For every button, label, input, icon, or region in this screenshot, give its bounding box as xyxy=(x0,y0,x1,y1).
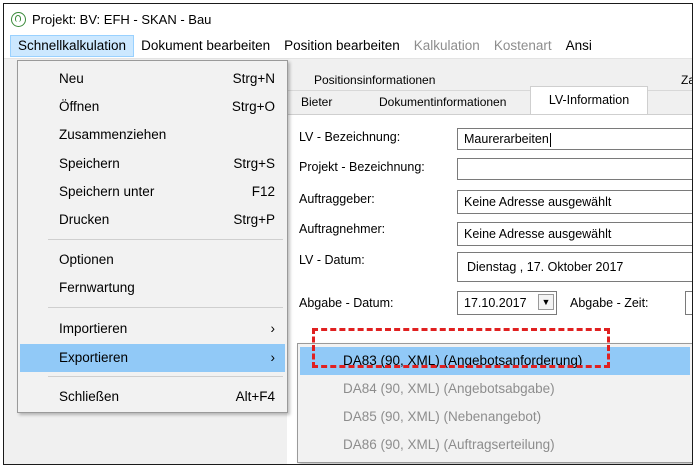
menu-item-speichern[interactable]: Speichern Strg+S xyxy=(20,150,285,178)
menu-item-label: Fernwartung xyxy=(59,280,135,295)
auftragnehmer-field[interactable]: Keine Adresse ausgewählt xyxy=(457,222,692,246)
menu-item-label: Exportieren xyxy=(59,350,129,365)
menu-separator xyxy=(48,376,283,377)
menu-item-optionen[interactable]: Optionen xyxy=(20,246,285,274)
menu-separator xyxy=(48,239,283,240)
application-window: Projekt: BV: EFH - SKAN - Bau Schnellkal… xyxy=(3,3,693,465)
auftraggeber-label: Auftraggeber: xyxy=(299,192,375,206)
menu-item-schliessen[interactable]: Schließen Alt+F4 xyxy=(20,383,285,411)
app-logo-icon xyxy=(11,11,26,27)
abgabe-zeit-label: Abgabe - Zeit: xyxy=(570,296,649,310)
menu-item-shortcut: Strg+S xyxy=(233,156,275,171)
annotation-highlight-box xyxy=(312,328,610,368)
text-cursor xyxy=(549,132,551,147)
menu-item-shortcut: Strg+O xyxy=(231,99,275,114)
submenu-item-label: DA85 (90, XML) (Nebenangebot) xyxy=(343,409,542,424)
menu-item-zusammenziehen[interactable]: Zusammenziehen xyxy=(20,121,285,149)
abgabe-zeit-input[interactable] xyxy=(685,291,692,315)
submenu-item-da85[interactable]: DA85 (90, XML) (Nebenangebot) xyxy=(300,403,690,431)
menu-separator xyxy=(48,307,283,308)
menu-item-shortcut: F12 xyxy=(251,184,275,199)
submenu-arrow-icon: › xyxy=(270,350,276,365)
lv-datum-picker[interactable]: Dienstag , 17. Oktober 2017 xyxy=(457,252,692,282)
menu-position-bearbeiten[interactable]: Position bearbeiten xyxy=(277,35,407,57)
projekt-bezeichnung-input[interactable] xyxy=(457,158,692,180)
title-bar: Projekt: BV: EFH - SKAN - Bau xyxy=(4,4,692,34)
menu-item-label: Drucken xyxy=(59,212,110,227)
menu-item-shortcut: Strg+P xyxy=(233,212,275,227)
lv-bezeichnung-label: LV - Bezeichnung: xyxy=(299,130,401,144)
submenu-item-label: DA84 (90, XML) (Angebotsabgabe) xyxy=(343,381,555,396)
menu-item-shortcut: Alt+F4 xyxy=(235,389,275,404)
menu-kalkulation[interactable]: Kalkulation xyxy=(407,35,487,57)
menu-item-exportieren[interactable]: Exportieren › xyxy=(20,344,285,372)
menu-item-label: Importieren xyxy=(59,321,128,336)
menu-item-fernwartung[interactable]: Fernwartung xyxy=(20,274,285,302)
tab-za[interactable]: Za xyxy=(681,73,692,87)
menu-bar: Schnellkalkulation Dokument bearbeiten P… xyxy=(4,34,692,59)
schnellkalkulation-menu: Neu Strg+N Öffnen Strg+O Zusammenziehen Sp… xyxy=(17,60,288,413)
tab-lv-information[interactable]: LV-Information xyxy=(530,86,648,114)
window-title: Projekt: BV: EFH - SKAN - Bau xyxy=(32,11,212,27)
menu-item-label: Zusammenziehen xyxy=(59,127,167,142)
menu-item-label: Speichern unter xyxy=(59,184,155,199)
projekt-bezeichnung-label: Projekt - Bezeichnung: xyxy=(299,160,425,174)
submenu-item-da84[interactable]: DA84 (90, XML) (Angebotsabgabe) xyxy=(300,375,690,403)
chevron-down-icon[interactable]: ▼ xyxy=(538,294,554,310)
tab-dokumentinformationen[interactable]: Dokumentinformationen xyxy=(379,95,506,109)
submenu-arrow-icon: › xyxy=(270,321,276,336)
abgabe-datum-value: 17.10.2017 xyxy=(464,296,527,310)
menu-item-label: Optionen xyxy=(59,252,114,267)
menu-item-label: Speichern xyxy=(59,156,120,171)
lv-datum-label: LV - Datum: xyxy=(299,253,365,267)
menu-item-speichern-unter[interactable]: Speichern unter F12 xyxy=(20,178,285,206)
menu-item-label: Öffnen xyxy=(59,99,100,114)
abgabe-datum-label: Abgabe - Datum: xyxy=(299,296,394,310)
menu-dokument-bearbeiten[interactable]: Dokument bearbeiten xyxy=(134,35,277,57)
menu-item-importieren[interactable]: Importieren › xyxy=(20,315,285,343)
menu-ansicht[interactable]: Ansi xyxy=(559,35,599,57)
submenu-item-label: DA86 (90, XML) (Auftragserteilung) xyxy=(343,437,555,452)
menu-item-neu[interactable]: Neu Strg+N xyxy=(20,65,285,93)
menu-item-label: Schließen xyxy=(59,389,120,404)
menu-item-oeffnen[interactable]: Öffnen Strg+O xyxy=(20,93,285,121)
auftraggeber-field[interactable]: Keine Adresse ausgewählt xyxy=(457,190,692,214)
menu-item-shortcut: Strg+N xyxy=(232,71,275,86)
tab-positionsinformationen[interactable]: Positionsinformationen xyxy=(314,73,435,87)
menu-kostenart[interactable]: Kostenart xyxy=(487,35,559,57)
lv-bezeichnung-input[interactable]: Maurerarbeiten xyxy=(457,128,692,150)
tab-row-lower: Bieter Dokumentinformationen LV-Informat… xyxy=(287,86,692,115)
submenu-item-da86[interactable]: DA86 (90, XML) (Auftragserteilung) xyxy=(300,431,690,459)
menu-schnellkalkulation[interactable]: Schnellkalkulation xyxy=(10,35,135,57)
abgabe-datum-combo[interactable]: 17.10.2017 ▼ xyxy=(457,291,557,315)
menu-item-label: Neu xyxy=(59,71,84,86)
lv-bezeichnung-value: Maurerarbeiten xyxy=(464,132,549,146)
tab-bieter[interactable]: Bieter xyxy=(301,95,332,109)
menu-item-drucken[interactable]: Drucken Strg+P xyxy=(20,206,285,234)
auftragnehmer-label: Auftragnehmer: xyxy=(299,222,386,236)
